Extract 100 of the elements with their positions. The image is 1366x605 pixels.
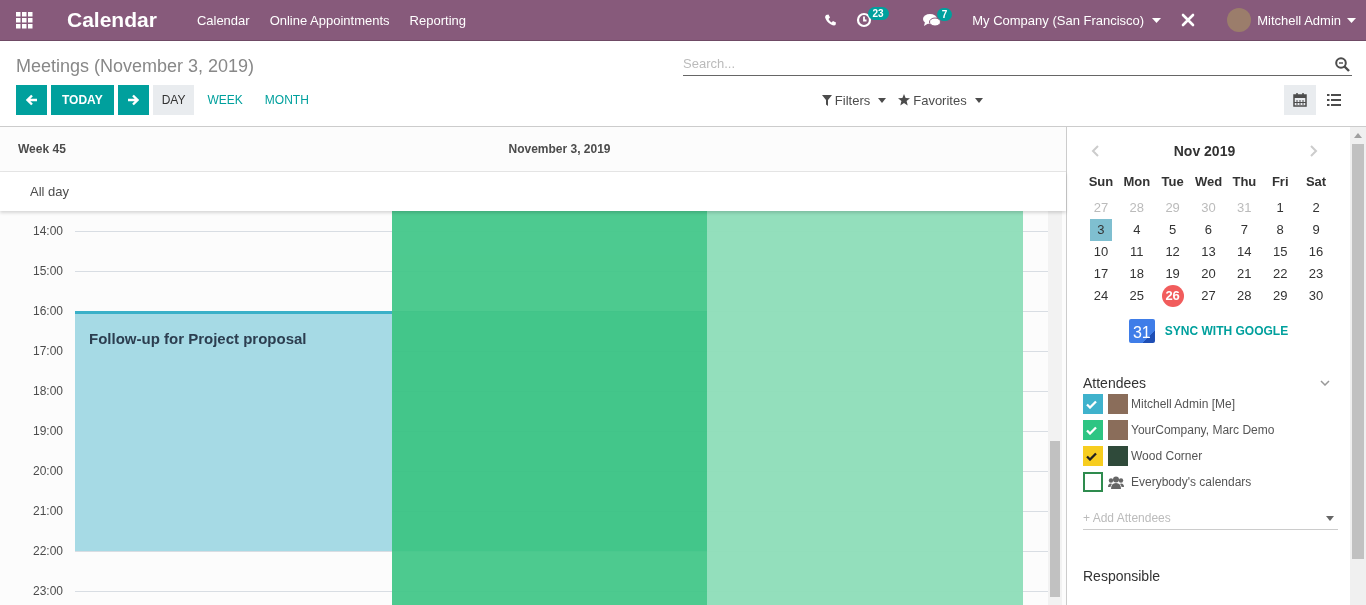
calendar-day[interactable]: 19 — [1161, 263, 1184, 285]
app-title: Calendar — [67, 8, 157, 32]
calendar-day[interactable]: 16 — [1305, 241, 1328, 263]
previous-button[interactable] — [16, 85, 47, 115]
phone-icon[interactable] — [823, 14, 836, 26]
attendee-name: Mitchell Admin [Me] — [1131, 397, 1236, 411]
calendar-event[interactable]: Follow-up for Project proposal — [75, 311, 393, 551]
calendar-day[interactable]: 2 — [1305, 197, 1328, 219]
notification-badge: 23 — [867, 7, 889, 20]
notification-badge: 7 — [936, 7, 953, 21]
calendar-day[interactable]: 1 — [1269, 197, 1292, 219]
checkmark-icon — [1085, 451, 1097, 461]
caret-down-icon[interactable] — [1152, 17, 1162, 23]
checkbox[interactable] — [1083, 472, 1103, 492]
calendar-day[interactable]: 30 — [1305, 285, 1328, 307]
apps-menu-icon[interactable] — [16, 11, 33, 29]
favorites-dropdown[interactable]: Favorites — [898, 92, 983, 108]
checkbox[interactable] — [1083, 394, 1103, 414]
calendar-day[interactable]: 10 — [1089, 241, 1112, 263]
caret-down-icon[interactable] — [1347, 17, 1356, 23]
list-icon — [1327, 93, 1341, 107]
caret-down-icon — [974, 97, 983, 103]
calendar-day[interactable]: 4 — [1125, 219, 1148, 241]
menu-link[interactable]: Online Appointments — [269, 12, 390, 28]
time-label: 20:00 — [32, 464, 63, 478]
scrollbar[interactable] — [1048, 211, 1062, 605]
time-label: 18:00 — [32, 384, 63, 398]
weekday-label: Wed — [1193, 173, 1224, 191]
users-icon — [1108, 475, 1124, 489]
caret-down-icon — [878, 97, 887, 103]
checkmark-icon — [1085, 425, 1097, 435]
arrow-right-icon — [127, 94, 140, 106]
next-button[interactable] — [117, 85, 149, 115]
calendar-day[interactable]: 25 — [1125, 285, 1148, 307]
company-name: My Company (San Francisco) — [972, 12, 1145, 28]
time-label: 15:00 — [32, 264, 63, 278]
calendar-day[interactable]: 15 — [1269, 241, 1292, 263]
calendar-day[interactable]: 29 — [1269, 285, 1292, 307]
calendar-day[interactable]: 9 — [1305, 219, 1328, 241]
weekday-label: Thu — [1231, 173, 1258, 191]
weekday-label: Sat — [1304, 173, 1328, 191]
calendar-day[interactable]: 22 — [1269, 263, 1292, 285]
calendar-day[interactable]: 12 — [1161, 241, 1184, 263]
calendar-day[interactable]: 11 — [1125, 241, 1148, 263]
all-day-label: All day — [29, 184, 70, 199]
menu-link[interactable]: Reporting — [409, 12, 466, 28]
scale-tab[interactable]: DAY — [152, 85, 195, 115]
weekday-label: Fri — [1270, 173, 1290, 191]
time-label: 23:00 — [32, 584, 63, 598]
time-label: 19:00 — [32, 424, 63, 438]
calendar-icon[interactable]: 31 — [1128, 319, 1155, 343]
star-icon — [898, 94, 911, 106]
chat-bubbles-icon[interactable] — [922, 12, 941, 28]
calendar-day[interactable]: 27 — [1197, 285, 1220, 307]
attendee-name: Wood Corner — [1131, 449, 1203, 463]
weekday-label: Sun — [1087, 173, 1115, 191]
month-title: Nov 2019 — [1173, 143, 1236, 159]
scroll-up-arrow-icon — [1354, 133, 1362, 138]
calendar-day[interactable]: 21 — [1233, 263, 1256, 285]
avatar-placeholder — [1227, 8, 1252, 32]
calendar-day[interactable]: 5 — [1161, 219, 1184, 241]
day-heading: November 3, 2019 — [507, 142, 612, 156]
chevron-down-icon[interactable] — [1320, 380, 1330, 386]
menu-link[interactable]: Calendar — [196, 12, 250, 28]
time-label: 14:00 — [32, 224, 63, 238]
calendar-day[interactable]: 13 — [1197, 241, 1220, 263]
time-label: 21:00 — [32, 504, 63, 518]
calendar-day[interactable]: 3 — [1089, 219, 1112, 241]
weekday-label: Tue — [1160, 173, 1185, 191]
section-title: Responsible — [1083, 568, 1162, 584]
attendee-name: Everybody's calendars — [1131, 475, 1252, 489]
calendar-day[interactable]: 17 — [1089, 263, 1112, 285]
calendar-view-button[interactable] — [1284, 85, 1316, 115]
arrow-left-icon — [25, 94, 38, 106]
avatar-placeholder — [1108, 394, 1128, 414]
calendar-day[interactable]: 23 — [1305, 263, 1328, 285]
clock-icon[interactable] — [855, 12, 872, 28]
funnel-icon — [821, 94, 832, 106]
weekday-label: Mon — [1122, 173, 1152, 191]
filters-dropdown[interactable]: Filters — [821, 92, 887, 108]
calendar-day[interactable]: 20 — [1197, 263, 1220, 285]
checkbox[interactable] — [1083, 420, 1103, 440]
checkmark-icon — [1085, 399, 1097, 409]
company-logo — [1108, 446, 1128, 466]
calendar-day[interactable]: 14 — [1233, 241, 1256, 263]
calendar-day[interactable]: 6 — [1197, 219, 1220, 241]
avatar-placeholder — [1108, 420, 1128, 440]
week-number: Week 45 — [17, 142, 67, 156]
calendar-day[interactable]: 8 — [1269, 219, 1292, 241]
calendar-day[interactable]: 24 — [1089, 285, 1112, 307]
event-title: Follow-up for Project proposal — [89, 330, 307, 347]
section-title: Attendees — [1083, 375, 1147, 391]
user-name[interactable]: Mitchell Admin — [1257, 12, 1341, 28]
attendee-name: YourCompany, Marc Demo — [1131, 423, 1275, 437]
scrollbar[interactable] — [1350, 127, 1366, 605]
calendar-day[interactable]: 7 — [1233, 219, 1256, 241]
calendar-day[interactable]: 18 — [1125, 263, 1148, 285]
calendar-day[interactable]: 28 — [1233, 285, 1256, 307]
calendar-icon — [1293, 93, 1307, 107]
time-label: 16:00 — [32, 304, 63, 318]
